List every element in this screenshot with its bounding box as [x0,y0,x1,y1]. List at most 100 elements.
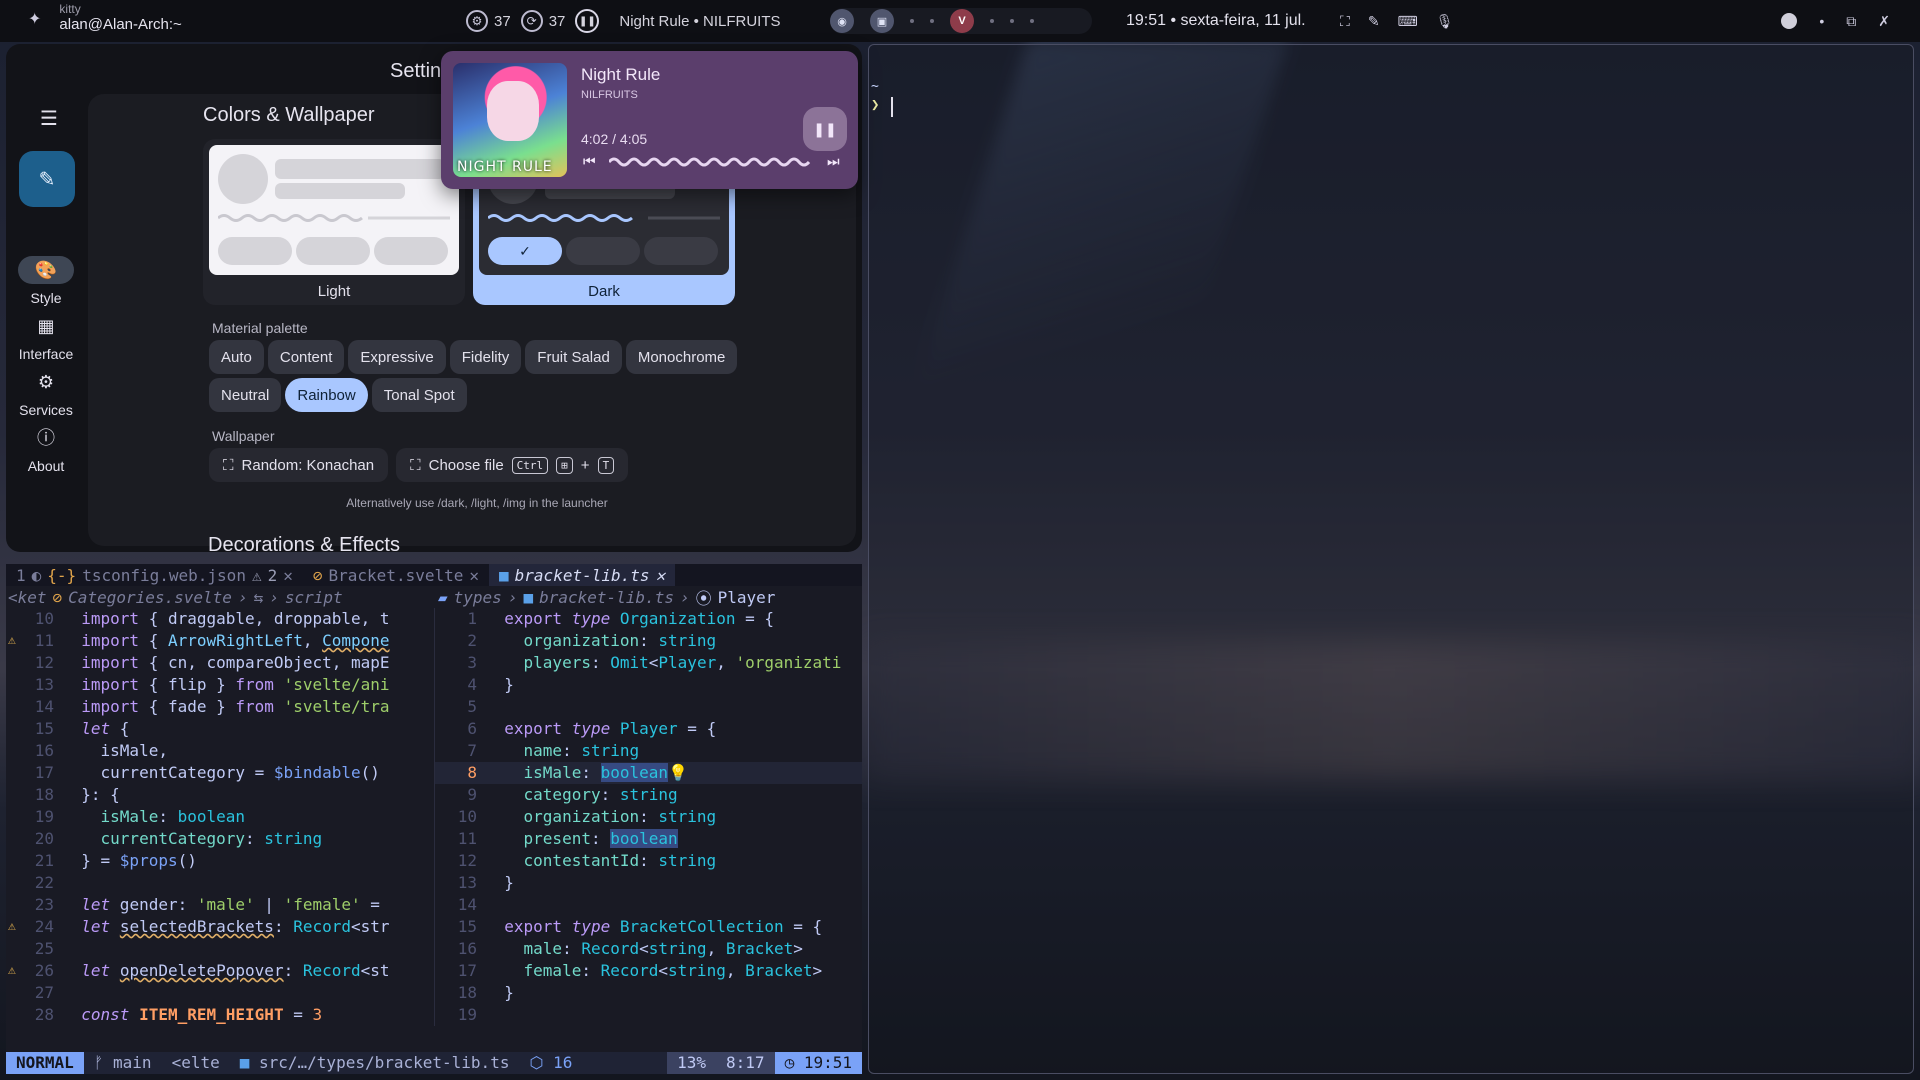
palette-chip[interactable]: Monochrome [625,340,738,374]
microphone-icon[interactable]: 🎙 [1436,13,1454,30]
workspace-7-dot[interactable] [1010,19,1014,23]
json-file-icon: {-} [47,565,77,585]
vim-mode: NORMAL [6,1052,84,1074]
theme-light-card[interactable]: Light [203,139,465,305]
workspace-indicator: ◉ ▣ V [830,8,1092,34]
media-pause-icon[interactable]: ❚❚ [575,9,600,33]
choose-file-button[interactable]: ⛶ Choose file Ctrl ⊞ + T [396,448,629,482]
gear-icon: ⚙ [37,372,55,392]
palette-chip-selected[interactable]: Rainbow [285,378,368,412]
tray-dot-icon[interactable]: • [1819,13,1824,29]
track-artist: NILFRUITS [581,89,638,101]
theme-dark-label: Dark [588,283,620,300]
top-bar: ✦ kitty alan@Alan-Arch:~ ⚙ 37 ⟳ 37 ❚❚ Ni… [0,0,1920,42]
workspace-2-app-icon[interactable]: ▣ [870,9,894,33]
palette-row-2: Neutral Rainbow Tonal Spot [209,378,467,412]
screen-snip-icon[interactable]: ⛶ [1340,13,1350,30]
shortcut-plus: + [580,456,590,474]
palette-chip[interactable]: Fruit Salad [525,340,622,374]
previous-track-icon[interactable]: ⏮ [583,153,596,170]
terminal-prompt: ❯ [871,97,880,113]
winbar-crumb[interactable]: <ket [8,588,47,607]
network-icon[interactable]: ⧉ [1846,13,1856,30]
palette-chip[interactable]: Tonal Spot [371,378,467,412]
module-name: <elte [171,1053,220,1072]
palette-chip[interactable]: Fidelity [449,340,522,374]
tray-app-icon[interactable] [1781,13,1798,29]
workspace-3-dot[interactable] [910,19,914,23]
album-cover: NIGHT RULE [453,63,567,177]
winbar-crumb[interactable]: ⇆ [254,588,264,607]
resource-and-media: ⚙ 37 ⟳ 37 ❚❚ Night Rule • NILFRUITS [466,0,781,42]
winbar-crumb[interactable]: bracket-lib.ts [539,588,674,607]
palette-chip[interactable]: Neutral [209,378,282,412]
file-path-text: src/…/types/bracket-lib.ts [259,1053,510,1072]
edit-config-button[interactable]: ✎ [19,151,75,207]
palette-chip[interactable]: Content [267,340,345,374]
workspace-8-dot[interactable] [1030,19,1034,23]
cpu-indicator: ⚙ 37 [466,10,511,32]
close-icon[interactable]: ✕ [283,566,293,585]
workspace-1-app-icon[interactable]: ◉ [830,9,854,33]
wallpaper-label: Wallpaper [212,428,275,444]
close-icon[interactable]: ✕ [469,566,479,585]
kitty-terminal[interactable]: ~ ❯ [868,44,1914,1074]
launcher-icon[interactable]: ✦ [28,9,41,29]
left-code-pane[interactable]: 10 import { draggable, droppable, t ⚠ 11 … [6,608,434,1026]
nav-services[interactable]: ⚙ Services [6,368,86,418]
cover-text: NIGHT RULE [457,159,553,175]
color-picker-icon[interactable]: ✎ [1368,13,1380,30]
winbar-crumb[interactable]: types [454,588,502,607]
clock[interactable]: 19:51 • sexta-feira, 11 jul. [1126,0,1306,42]
cpu-icon: ⚙ [466,10,488,32]
palette-chip[interactable]: Auto [209,340,264,374]
pause-icon: ❚❚ [813,120,837,137]
package-icon: ⬡ [529,1053,554,1072]
svelte-file-icon: ⊘ [52,587,63,607]
winbar-crumb[interactable]: Player [718,588,776,607]
nav-about[interactable]: ⓘ About [6,424,86,474]
git-branch-name: main [113,1053,152,1072]
shortcut-ctrl: Ctrl [511,456,549,474]
utility-buttons: ⛶ ✎ ⌨ 🎙 [1340,0,1454,42]
close-icon[interactable]: ✕ [656,566,666,585]
track-progress-bar[interactable] [609,155,817,169]
shortcut-t: T [597,456,615,474]
workspace-4-dot[interactable] [930,19,934,23]
nav-about-label: About [27,458,65,474]
media-title[interactable]: Night Rule • NILFRUITS [619,13,780,30]
keyboard-icon[interactable]: ⌨ [1398,13,1418,30]
workspace-5-app-icon[interactable]: V [950,9,974,33]
active-window-title: alan@Alan-Arch:~ [59,16,182,33]
memory-icon: ⟳ [520,10,543,32]
next-section-title: Decorations & Effects [208,534,400,552]
bluetooth-off-icon[interactable]: ✗ [1878,13,1890,30]
random-wallpaper-button[interactable]: ⛶ Random: Konachan [209,448,389,482]
next-track-icon[interactable]: ⏭ [827,153,840,170]
winbar-crumb[interactable]: Categories.svelte [68,588,232,607]
workspace-6-dot[interactable] [990,19,994,23]
tab-name: bracket-lib.ts [514,565,650,585]
nav-interface[interactable]: ▦ Interface [6,312,86,362]
nav-style[interactable]: 🎨 Style [6,256,86,306]
buffer-tab[interactable]: 1 ◐ {-} tsconfig.web.json ⚠ 2 ✕ [6,564,303,586]
neovim-editor[interactable]: 1 ◐ {-} tsconfig.web.json ⚠ 2 ✕ ⊘ Bracke… [6,564,862,1074]
buffer-tab[interactable]: ⊘ Bracket.svelte ✕ [303,564,489,586]
nav-interface-label: Interface [18,346,74,362]
pause-button[interactable]: ❚❚ [803,107,847,151]
winbar-crumb[interactable]: script [285,588,343,607]
buffer-tabline: 1 ◐ {-} tsconfig.web.json ⚠ 2 ✕ ⊘ Bracke… [6,564,862,586]
image-icon: ⛶ [410,456,421,474]
palette-chip[interactable]: Expressive [348,340,446,374]
media-player-popup: NIGHT RULE Night Rule NILFRUITS 4:02 / 4… [441,51,858,189]
hamburger-menu-icon[interactable]: ☰ [40,106,62,131]
section-title: Colors & Wallpaper [203,104,375,126]
palette-label: Material palette [212,320,308,336]
buffer-tab-active[interactable]: ■ bracket-lib.ts ✕ [489,564,676,586]
status-dot-icon: ◐ [31,565,42,585]
code-action-lightbulb-icon[interactable]: 💡 [668,763,688,782]
right-code-pane[interactable]: 1 export type Organization = { 2 organiz… [434,608,862,1026]
launcher-hint: Alternatively use /dark, /light, /img in… [346,496,608,510]
palette-row-1: Auto Content Expressive Fidelity Fruit S… [209,340,738,374]
palette-icon: 🎨 [18,256,74,284]
